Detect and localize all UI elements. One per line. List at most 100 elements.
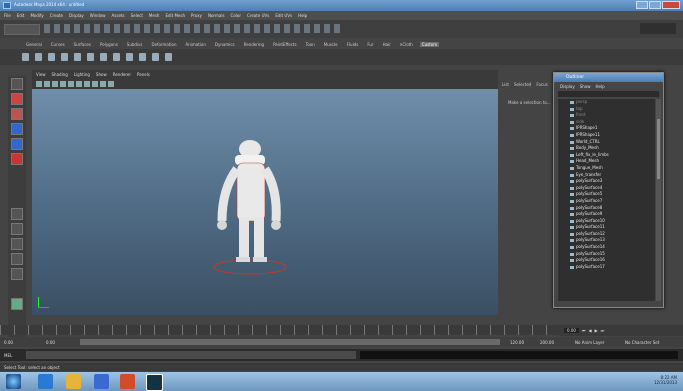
shelf-tab-toon[interactable]: Toon xyxy=(304,42,317,47)
shelf-icon[interactable] xyxy=(152,53,159,61)
shelf-icon[interactable] xyxy=(100,53,107,61)
paint-select-icon[interactable] xyxy=(11,108,23,120)
shelf-tab-subdivs[interactable]: Subdivs xyxy=(125,42,145,47)
menu-item-normals[interactable]: Normals xyxy=(208,13,225,18)
shelf-icon[interactable] xyxy=(22,53,29,61)
viewport-menu-panels[interactable]: Panels xyxy=(137,72,150,77)
go-to-start-icon[interactable]: ⏮ xyxy=(582,328,586,333)
outliner-item[interactable]: IPRShape11 xyxy=(558,132,655,139)
viewport-menu-lighting[interactable]: Lighting xyxy=(74,72,90,77)
minimize-button[interactable] xyxy=(636,1,648,9)
shelf-tab-curves[interactable]: Curves xyxy=(49,42,67,47)
outliner-item[interactable]: polySurface11 xyxy=(558,224,655,231)
step-back-icon[interactable]: ◀ xyxy=(589,328,592,333)
menu-item-proxy[interactable]: Proxy xyxy=(191,13,202,18)
shelf-icon[interactable] xyxy=(48,53,55,61)
camera-icon[interactable] xyxy=(36,81,42,87)
texture-icon[interactable] xyxy=(68,81,74,87)
grid-icon[interactable] xyxy=(44,81,50,87)
range-bar[interactable] xyxy=(80,339,500,345)
shelf-tab-rendering[interactable]: Rendering xyxy=(242,42,266,47)
shelf-tab-custom[interactable]: Custom xyxy=(419,42,440,47)
menu-item-edit-mesh[interactable]: Edit Mesh xyxy=(165,13,185,18)
shelf-tab-fur[interactable]: Fur xyxy=(365,42,375,47)
layout-two-icon[interactable] xyxy=(11,238,23,250)
viewport-menu-shading[interactable]: Shading xyxy=(52,72,68,77)
layout-graph-icon[interactable] xyxy=(11,268,23,280)
scale-tool-icon[interactable] xyxy=(11,153,23,165)
outliner-item[interactable]: Body_Mesh xyxy=(558,145,655,152)
play-icon[interactable]: ▶ xyxy=(595,328,598,333)
select-tool-icon[interactable] xyxy=(11,78,23,90)
menu-item-create[interactable]: Create xyxy=(50,13,63,18)
shelf-icon[interactable] xyxy=(113,53,120,61)
outliner-item[interactable]: Eye_transfer xyxy=(558,172,655,179)
layout-outliner-icon[interactable] xyxy=(11,253,23,265)
shelf-icon[interactable] xyxy=(139,53,146,61)
shelf-tab-muscle[interactable]: Muscle xyxy=(322,42,340,47)
layout-four-icon[interactable] xyxy=(11,223,23,235)
outliner-item[interactable]: World_CTRL xyxy=(558,139,655,146)
outliner-menu-help[interactable]: Help xyxy=(596,84,605,89)
range-start-field[interactable]: 0.00 xyxy=(4,340,13,345)
menu-item-mesh[interactable]: Mesh xyxy=(149,13,160,18)
time-slider[interactable] xyxy=(0,325,560,335)
rotate-tool-icon[interactable] xyxy=(11,138,23,150)
shelf-tab-polygons[interactable]: Polygons xyxy=(98,42,120,47)
outliner-item[interactable]: Left_fix_le_limbs xyxy=(558,152,655,159)
outliner-item[interactable]: polySurface13 xyxy=(558,237,655,244)
menu-item-display[interactable]: Display xyxy=(69,13,84,18)
wireframe-icon[interactable] xyxy=(52,81,58,87)
menu-item-create-uvs[interactable]: Create UVs xyxy=(247,13,269,18)
shelf-tab-surfaces[interactable]: Surfaces xyxy=(72,42,93,47)
current-frame-field[interactable]: 0.00 xyxy=(564,328,579,333)
layout-single-icon[interactable] xyxy=(11,208,23,220)
outliner-item[interactable]: top xyxy=(558,106,655,113)
media-player-icon[interactable] xyxy=(94,374,109,389)
maximize-button[interactable] xyxy=(649,1,661,9)
viewport-menu-view[interactable]: View xyxy=(36,72,46,77)
outliner-item[interactable]: side xyxy=(558,119,655,126)
shelf-tab-painteffects[interactable]: PaintEffects xyxy=(271,42,299,47)
menu-item-color[interactable]: Color xyxy=(231,13,241,18)
layout-custom-icon[interactable] xyxy=(11,298,23,310)
shelf-icon[interactable] xyxy=(87,53,94,61)
shelf-tab-general[interactable]: General xyxy=(24,42,44,47)
shelf-tab-hair[interactable]: Hair xyxy=(381,42,393,47)
close-button[interactable] xyxy=(662,1,680,9)
go-to-end-icon[interactable]: ⏭ xyxy=(601,328,605,333)
outliner-item[interactable]: polySurface14 xyxy=(558,244,655,251)
lasso-tool-icon[interactable] xyxy=(11,93,23,105)
file-explorer-icon[interactable] xyxy=(66,374,81,389)
outliner-item[interactable]: IPRShape1 xyxy=(558,125,655,132)
outliner-filter-field[interactable] xyxy=(558,91,659,97)
outliner-scrollbar[interactable] xyxy=(656,99,661,301)
shelf-icon[interactable] xyxy=(165,53,172,61)
outliner-item[interactable]: polySurface3 xyxy=(558,178,655,185)
shelf-icon[interactable] xyxy=(126,53,133,61)
menu-item-window[interactable]: Window xyxy=(90,13,106,18)
attr-tab-selected[interactable]: Selected xyxy=(514,82,531,87)
menu-item-assets[interactable]: Assets xyxy=(112,13,125,18)
menu-item-help[interactable]: Help xyxy=(298,13,307,18)
outliner-item[interactable]: front xyxy=(558,112,655,119)
range-end2-field[interactable]: 200.00 xyxy=(540,340,554,345)
shelf-tab-deformation[interactable]: Deformation xyxy=(150,42,179,47)
outliner-item[interactable]: polySurface7 xyxy=(558,198,655,205)
shelf-icon[interactable] xyxy=(74,53,81,61)
outliner-menu-show[interactable]: Show xyxy=(580,84,591,89)
chrome-icon[interactable] xyxy=(120,374,135,389)
outliner-item[interactable]: polySurface8 xyxy=(558,205,655,212)
move-tool-icon[interactable] xyxy=(11,123,23,135)
outliner-item[interactable]: polySurface17 xyxy=(558,264,655,271)
perspective-viewport[interactable] xyxy=(32,89,498,315)
outliner-item[interactable]: persp xyxy=(558,99,655,106)
status-line-tools[interactable] xyxy=(44,24,344,33)
maya-taskbar-icon[interactable] xyxy=(146,374,163,391)
outliner-item[interactable]: polySurface10 xyxy=(558,218,655,225)
shelf-icon[interactable] xyxy=(61,53,68,61)
menu-item-edit[interactable]: Edit xyxy=(17,13,25,18)
shadow-icon[interactable] xyxy=(84,81,90,87)
viewport-menu-renderer[interactable]: Renderer xyxy=(113,72,131,77)
anim-layer-dropdown[interactable]: No Anim Layer xyxy=(575,340,604,345)
